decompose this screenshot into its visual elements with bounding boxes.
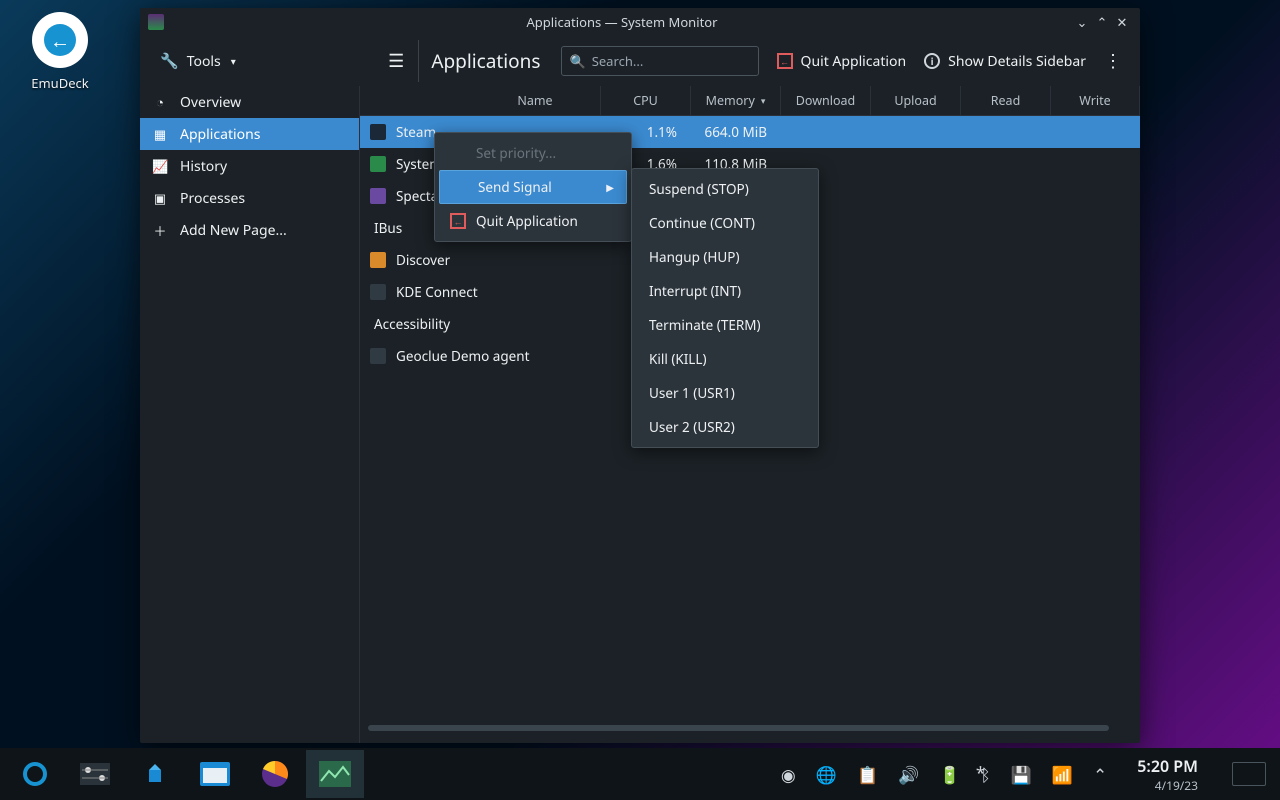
titlebar[interactable]: Applications — System Monitor ⌄ ⌃ ✕ (140, 8, 1140, 36)
col-memory[interactable]: Memory▾ (691, 86, 781, 115)
app-launcher[interactable] (6, 750, 64, 798)
tray-steam-icon[interactable]: ◉ (781, 763, 796, 786)
context-menu-item[interactable]: ←Quit Application (438, 204, 628, 238)
app-row-icon (370, 348, 386, 364)
submenu-item[interactable]: User 1 (USR1) (635, 376, 815, 410)
quit-application-button[interactable]: ← Quit Application (777, 52, 907, 71)
quit-icon: ← (450, 213, 466, 229)
send-signal-submenu: Suspend (STOP)Continue (CONT)Hangup (HUP… (631, 168, 819, 448)
sidebar-item-processes[interactable]: ▣ Processes (140, 182, 359, 214)
desktop-icon-emudeck[interactable]: ← EmuDeck (20, 12, 100, 92)
context-menu-item[interactable]: Send Signal▶ (439, 170, 627, 204)
sidebar-item-label: History (180, 157, 227, 176)
system-tray: ◉ 🌐 📋 🔊 🔋 ⃰ᛒ 💾 📶 ⌃ 5:20 PM 4/19/23 (781, 755, 1274, 794)
col-cpu[interactable]: CPU (601, 86, 691, 115)
app-row-icon (370, 156, 386, 172)
app-row-icon (370, 188, 386, 204)
toolbar: 🔧 Tools ▾ ☰ Applications 🔍 Search... ← Q… (140, 36, 1140, 86)
submenu-item[interactable]: Hangup (HUP) (635, 240, 815, 274)
tray-volume-icon[interactable]: 🔊 (898, 763, 919, 786)
col-write[interactable]: Write (1051, 86, 1140, 115)
quit-icon: ← (777, 53, 793, 69)
wrench-icon: 🔧 (160, 51, 179, 71)
taskbar-files[interactable] (186, 750, 244, 798)
toolbar-divider (418, 40, 419, 82)
tray-bluetooth-icon[interactable]: ⃰ᛒ (980, 763, 990, 786)
submenu-item[interactable]: User 2 (USR2) (635, 410, 815, 444)
show-desktop-button[interactable] (1232, 762, 1266, 786)
sidebar-icon: ＋ (152, 221, 168, 240)
search-input[interactable]: 🔍 Search... (561, 46, 759, 76)
column-headers[interactable]: Name CPU Memory▾ Download Upload Read Wr… (360, 86, 1140, 116)
app-row-icon (370, 252, 386, 268)
tray-disk-icon[interactable]: 💾 (1011, 763, 1032, 786)
sidebar-item-label: Overview (180, 93, 241, 112)
app-row-name: Geoclue Demo agent (396, 347, 530, 365)
sidebar-item-label: Applications (180, 125, 260, 144)
sidebar: ◔ Overview ▦ Applications 📈 History ▣ Processes… (140, 86, 360, 743)
window-title: Applications — System Monitor (172, 13, 1072, 31)
app-row-icon (370, 124, 386, 140)
tray-clipboard-icon[interactable]: 📋 (857, 763, 878, 786)
taskbar-clock[interactable]: 5:20 PM 4/19/23 (1137, 755, 1198, 794)
overflow-menu-button[interactable]: ⋮ (1100, 49, 1126, 73)
sidebar-item-add-new-page-[interactable]: ＋ Add New Page... (140, 214, 359, 246)
col-read[interactable]: Read (961, 86, 1051, 115)
tray-expand-icon[interactable]: ⌃ (1093, 763, 1107, 786)
col-upload[interactable]: Upload (871, 86, 961, 115)
show-details-sidebar-button[interactable]: i Show Details Sidebar (924, 52, 1086, 71)
close-button[interactable]: ✕ (1112, 13, 1132, 31)
sidebar-icon: ▣ (152, 189, 168, 207)
hamburger-button[interactable]: ☰ (378, 45, 414, 77)
sidebar-icon: ▦ (152, 125, 168, 143)
app-row-name: Discover (396, 251, 450, 269)
desktop-icon-label: EmuDeck (20, 74, 100, 92)
page-title: Applications (431, 48, 540, 74)
submenu-item[interactable]: Suspend (STOP) (635, 172, 815, 206)
app-icon (148, 14, 164, 30)
chevron-down-icon: ▾ (231, 54, 236, 68)
sidebar-icon: 📈 (152, 157, 168, 175)
emudeck-icon: ← (32, 12, 88, 68)
app-row-name: Accessibility (374, 315, 450, 333)
taskbar-system-monitor[interactable] (306, 750, 364, 798)
context-menu-item: Set priority... (438, 136, 628, 170)
tools-menu-button[interactable]: 🔧 Tools ▾ (154, 47, 242, 75)
col-name[interactable]: Name (360, 86, 601, 115)
taskbar-firefox[interactable] (246, 750, 304, 798)
submenu-item[interactable]: Interrupt (INT) (635, 274, 815, 308)
sidebar-item-applications[interactable]: ▦ Applications (140, 118, 359, 150)
taskbar-discover[interactable] (126, 750, 184, 798)
tray-update-icon[interactable]: 🌐 (816, 763, 837, 786)
context-menu: Set priority...Send Signal▶←Quit Applica… (434, 132, 632, 242)
app-row-name: Steam (396, 123, 436, 141)
col-download[interactable]: Download (781, 86, 871, 115)
sidebar-item-history[interactable]: 📈 History (140, 150, 359, 182)
app-row-name: IBus (374, 219, 402, 237)
taskbar: ◉ 🌐 📋 🔊 🔋 ⃰ᛒ 💾 📶 ⌃ 5:20 PM 4/19/23 (0, 748, 1280, 800)
tray-battery-icon[interactable]: 🔋 (939, 763, 960, 786)
tray-network-icon[interactable]: 📶 (1052, 763, 1073, 786)
submenu-item[interactable]: Kill (KILL) (635, 342, 815, 376)
app-row-memory: 664.0 MiB (691, 123, 781, 141)
minimize-button[interactable]: ⌄ (1072, 13, 1092, 31)
sidebar-icon: ◔ (152, 93, 168, 111)
search-icon: 🔍 (570, 52, 586, 70)
info-icon: i (924, 53, 940, 69)
sort-desc-icon: ▾ (761, 94, 766, 107)
submenu-item[interactable]: Terminate (TERM) (635, 308, 815, 342)
app-row-icon (370, 284, 386, 300)
chevron-right-icon: ▶ (606, 180, 614, 194)
taskbar-settings[interactable] (66, 750, 124, 798)
app-row-name: KDE Connect (396, 283, 478, 301)
sidebar-item-label: Processes (180, 189, 245, 208)
maximize-button[interactable]: ⌃ (1092, 13, 1112, 31)
sidebar-item-label: Add New Page... (180, 221, 287, 240)
submenu-item[interactable]: Continue (CONT) (635, 206, 815, 240)
sidebar-item-overview[interactable]: ◔ Overview (140, 86, 359, 118)
horizontal-scrollbar[interactable] (368, 721, 1132, 735)
